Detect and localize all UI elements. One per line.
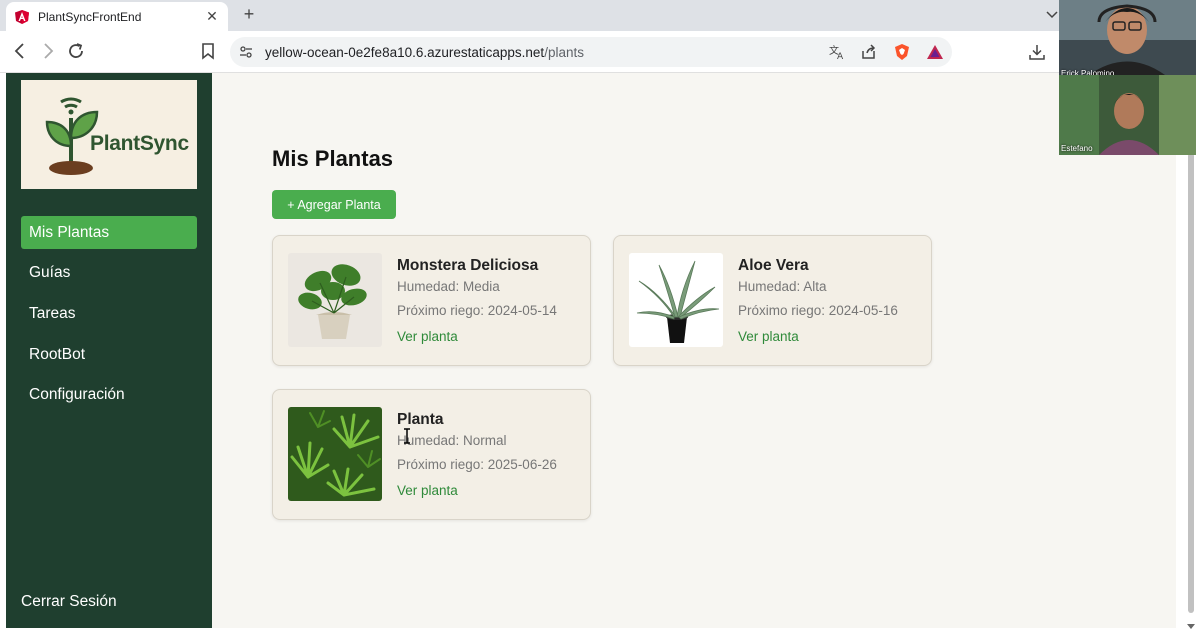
video-tile[interactable]: Estefano: [1059, 75, 1196, 155]
aloe-vera-image: [629, 253, 723, 347]
tab-title: PlantSyncFrontEnd: [38, 9, 142, 24]
main-content: Mis Plantas + Agregar Planta Monstera De…: [212, 73, 1176, 628]
page-bottom-edge: [0, 628, 1176, 633]
plant-humidity: Humedad: Media: [397, 279, 500, 294]
sidebar-item-configuracion[interactable]: Configuración: [21, 378, 197, 411]
brave-shield-icon[interactable]: [893, 43, 911, 61]
plant-name: Monstera Deliciosa: [397, 257, 539, 274]
page-viewport: PlantSync Mis Plantas Guías Tareas RootB…: [0, 73, 1196, 633]
logo-text: PlantSync: [90, 132, 189, 155]
sidebar-item-mis-plantas[interactable]: Mis Plantas: [21, 216, 197, 249]
share-icon[interactable]: [860, 43, 878, 61]
plant-card: Aloe Vera Humedad: Alta Próximo riego: 2…: [613, 235, 932, 366]
plant-name: Aloe Vera: [738, 257, 809, 274]
scroll-thumb[interactable]: [1188, 153, 1194, 613]
add-plant-button[interactable]: + Agregar Planta: [272, 190, 396, 219]
translate-icon[interactable]: 文 A: [828, 43, 846, 61]
plant-image: [288, 407, 382, 501]
view-plant-link[interactable]: Ver planta: [397, 329, 458, 344]
close-tab-icon[interactable]: ✕: [204, 8, 220, 25]
angular-icon: [15, 9, 29, 24]
scrollbar[interactable]: [1176, 73, 1196, 633]
reload-icon[interactable]: [66, 41, 86, 61]
view-plant-link[interactable]: Ver planta: [397, 483, 458, 498]
participant-video: [1059, 75, 1196, 155]
plant-card: Planta Humedad: Normal Próximo riego: 20…: [272, 389, 591, 520]
participant-name: Estefano: [1061, 144, 1093, 153]
sidebar-item-tareas[interactable]: Tareas: [21, 297, 197, 330]
plant-humidity: Humedad: Alta: [738, 279, 827, 294]
participant-video: [1059, 0, 1196, 75]
brave-rewards-icon[interactable]: [926, 43, 944, 61]
new-tab-icon[interactable]: +: [240, 5, 258, 23]
plant-name: Planta: [397, 411, 444, 428]
sidebar: PlantSync Mis Plantas Guías Tareas RootB…: [6, 73, 212, 628]
download-icon[interactable]: [1028, 43, 1046, 61]
page-title: Mis Plantas: [272, 146, 394, 171]
svg-text:A: A: [837, 52, 844, 61]
plant-next-watering: Próximo riego: 2024-05-14: [397, 303, 557, 318]
site-info-icon[interactable]: [238, 44, 254, 60]
bookmark-icon[interactable]: [198, 41, 218, 61]
plant-next-watering: Próximo riego: 2024-05-16: [738, 303, 898, 318]
scroll-down-icon[interactable]: [1186, 621, 1196, 631]
forward-icon[interactable]: [38, 41, 58, 61]
chevron-down-icon[interactable]: [1044, 6, 1060, 22]
plant-card: Monstera Deliciosa Humedad: Media Próxim…: [272, 235, 591, 366]
sidebar-item-guias[interactable]: Guías: [21, 256, 197, 289]
plantsync-logo[interactable]: PlantSync: [21, 80, 197, 189]
browser-tab[interactable]: PlantSyncFrontEnd ✕: [6, 2, 228, 31]
sidebar-item-rootbot[interactable]: RootBot: [21, 338, 197, 371]
back-icon[interactable]: [10, 41, 30, 61]
logout-button[interactable]: Cerrar Sesión: [21, 593, 117, 611]
text-cursor-icon: [404, 428, 410, 444]
monstera-image: [288, 253, 382, 347]
url-text: yellow-ocean-0e2fe8a10.6.azurestaticapps…: [265, 45, 584, 60]
address-bar[interactable]: yellow-ocean-0e2fe8a10.6.azurestaticapps…: [230, 37, 1179, 67]
view-plant-link[interactable]: Ver planta: [738, 329, 799, 344]
plant-next-watering: Próximo riego: 2025-06-26: [397, 457, 557, 472]
browser-toolbar: yellow-ocean-0e2fe8a10.6.azurestaticapps…: [0, 31, 1196, 73]
tab-strip: PlantSyncFrontEnd ✕ +: [0, 0, 1196, 31]
plant-humidity: Humedad: Normal: [397, 433, 507, 448]
video-tile[interactable]: Erick Palomino: [1059, 0, 1196, 80]
